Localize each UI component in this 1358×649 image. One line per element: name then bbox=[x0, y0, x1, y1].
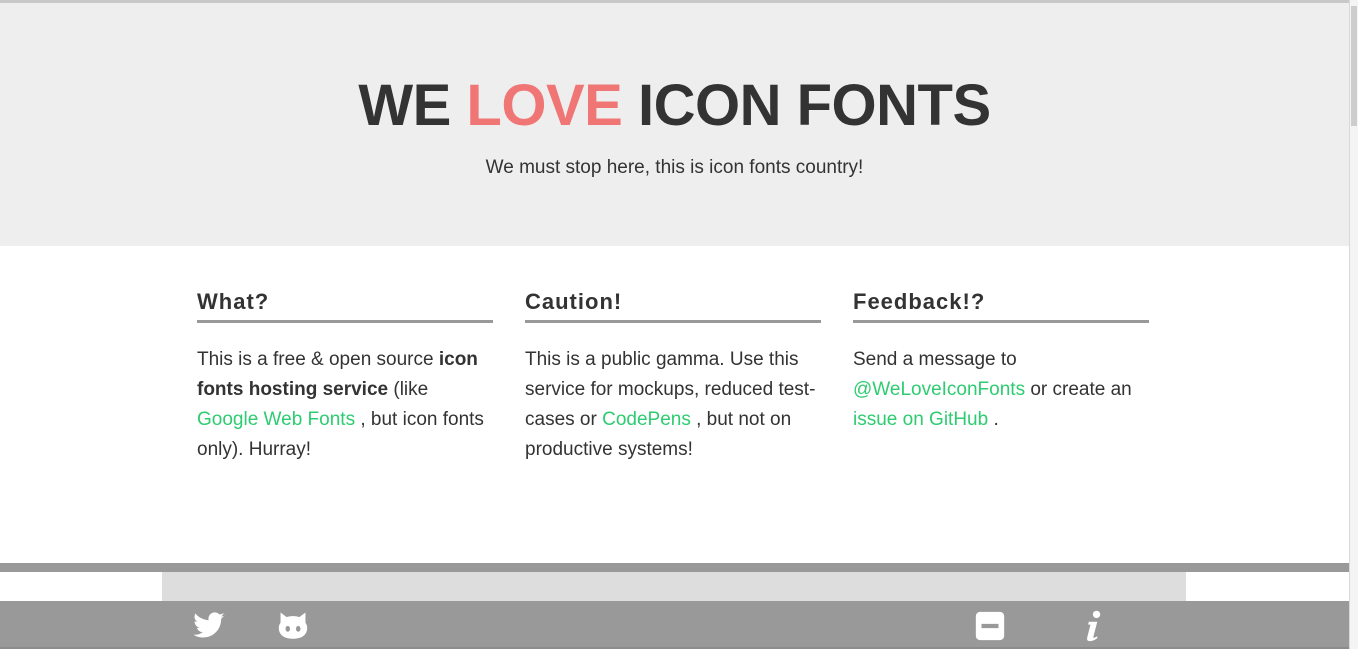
text-segment: Send a message to bbox=[853, 349, 1017, 370]
twitter-handle-link[interactable]: @WeLoveIconFonts bbox=[853, 379, 1025, 400]
info-icon[interactable] bbox=[1076, 609, 1110, 643]
column-feedback: Feedback!? Send a message to @WeLoveIcon… bbox=[853, 288, 1149, 435]
column-what: What? This is a free & open source icon … bbox=[197, 288, 493, 465]
column-heading: What? bbox=[197, 288, 493, 323]
text-segment: (like bbox=[388, 379, 429, 400]
column-text: This is a free & open source icon fonts … bbox=[197, 345, 493, 465]
column-heading: Feedback!? bbox=[853, 288, 1149, 323]
page-title: WE LOVE ICON FONTS bbox=[0, 73, 1349, 139]
codepens-link[interactable]: CodePens bbox=[602, 409, 691, 430]
scrollbar-thumb[interactable] bbox=[1351, 6, 1357, 126]
page-subtitle: We must stop here, this is icon fonts co… bbox=[485, 157, 864, 178]
footer-panel bbox=[162, 572, 1186, 601]
google-web-fonts-link[interactable]: Google Web Fonts bbox=[197, 409, 355, 430]
twitter-icon[interactable] bbox=[192, 609, 226, 643]
github-icon[interactable] bbox=[276, 609, 310, 643]
hero-section: WE LOVE ICON FONTS We must stop here, th… bbox=[0, 3, 1349, 246]
title-icon-fonts: ICON FONTS bbox=[637, 73, 991, 138]
footer-divider bbox=[0, 563, 1349, 572]
text-segment: . bbox=[988, 409, 999, 430]
title-love: LOVE bbox=[466, 73, 623, 138]
text-segment: This is a free & open source bbox=[197, 349, 439, 370]
browser-viewport: WE LOVE ICON FONTS We must stop here, th… bbox=[0, 0, 1358, 649]
text-segment: or create an bbox=[1025, 379, 1132, 400]
column-heading: Caution! bbox=[525, 288, 821, 323]
github-issue-link[interactable]: issue on GitHub bbox=[853, 409, 988, 430]
minus-icon[interactable] bbox=[973, 609, 1007, 643]
footer-bar bbox=[0, 601, 1349, 649]
column-caution: Caution! This is a public gamma. Use thi… bbox=[525, 288, 821, 465]
title-we: WE bbox=[358, 73, 451, 138]
column-text: This is a public gamma. Use this service… bbox=[525, 345, 821, 465]
vertical-scrollbar[interactable] bbox=[1349, 0, 1358, 649]
column-text: Send a message to @WeLoveIconFonts or cr… bbox=[853, 345, 1149, 435]
